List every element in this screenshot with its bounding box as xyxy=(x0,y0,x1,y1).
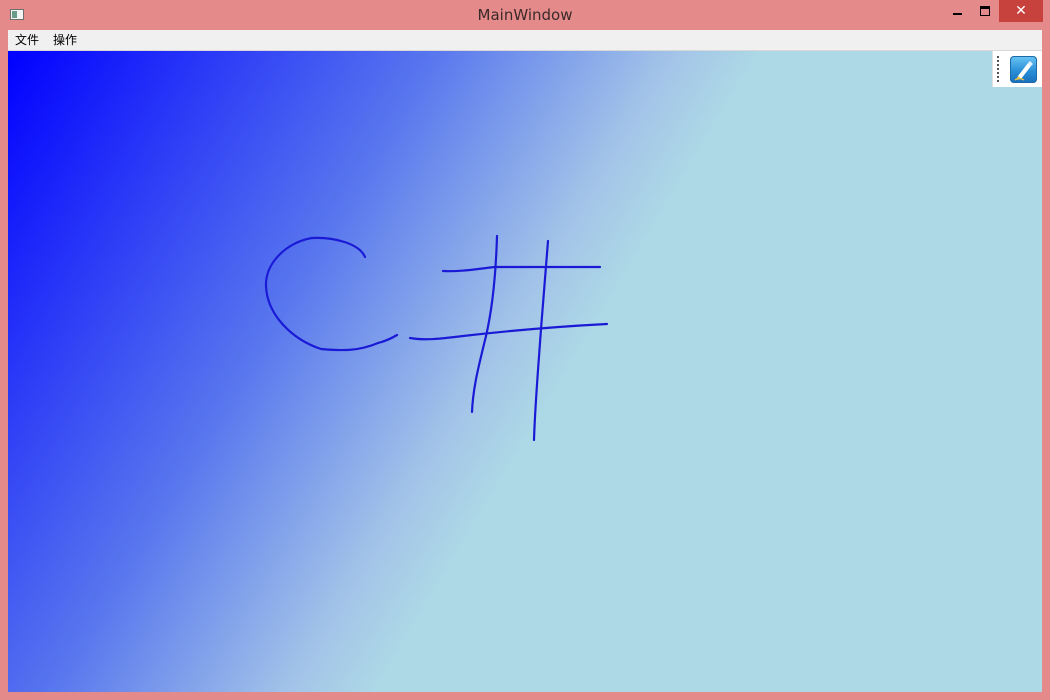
ink-stroke-hash-left xyxy=(470,234,499,414)
maximize-icon xyxy=(980,6,990,16)
ink-stroke-hash-right xyxy=(532,239,550,442)
main-window: MainWindow ✕ 文件 操作 xyxy=(0,0,1050,700)
title-bar[interactable]: MainWindow ✕ xyxy=(0,0,1050,30)
window-title: MainWindow xyxy=(477,6,573,24)
toolbox-grip-handle[interactable] xyxy=(997,56,999,83)
menu-file[interactable]: 文件 xyxy=(15,30,39,50)
close-icon: ✕ xyxy=(1015,3,1027,19)
ink-stroke-hash-top xyxy=(441,265,602,273)
ink-canvas[interactable] xyxy=(8,51,1042,692)
minimize-icon xyxy=(952,13,962,15)
minimize-button[interactable] xyxy=(943,0,971,22)
ink-toolbox xyxy=(992,51,1042,87)
maximize-button[interactable] xyxy=(971,0,999,22)
ink-stroke-c xyxy=(264,236,399,352)
menu-bar: 文件 操作 xyxy=(8,30,1042,51)
ink-strokes xyxy=(264,234,609,442)
ink-stroke-hash-bottom xyxy=(408,322,609,341)
menu-operations[interactable]: 操作 xyxy=(53,30,77,50)
pen-icon xyxy=(1014,61,1033,81)
pen-tool-button[interactable] xyxy=(1010,56,1037,83)
close-button[interactable]: ✕ xyxy=(999,0,1043,22)
